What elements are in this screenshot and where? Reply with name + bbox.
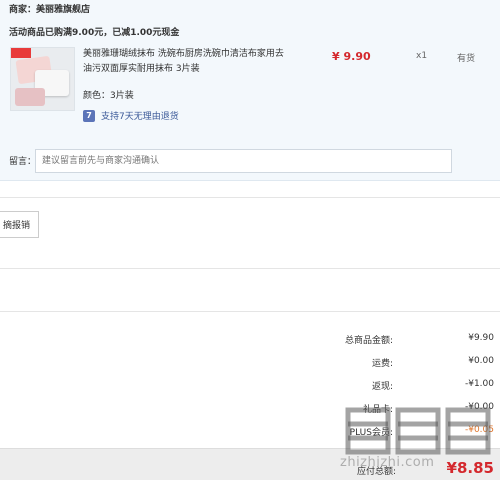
divider [0, 311, 500, 312]
message-label: 留言： [9, 157, 37, 167]
summary-value: -¥0.05 [464, 425, 494, 435]
stock-status: 有货 [457, 54, 476, 64]
return-guarantee-label: 支持7天无理由退货 [101, 112, 179, 122]
seven-day-return-icon: 7 [83, 109, 95, 122]
product-title[interactable]: 美丽雅珊瑚绒抹布 洗碗布厨房洗碗巾清洁布家用去油污双面厚实耐用抹布 3片装 [83, 47, 288, 77]
merchant-name[interactable]: 商家：美丽雅旗舰店 [9, 2, 90, 15]
product-image[interactable] [10, 47, 75, 111]
product-price: ¥ 9.90 [332, 50, 371, 63]
product-quantity: x1 [416, 51, 428, 61]
order-total-bar: 应付总额: ¥8.85 [0, 448, 500, 480]
promo-text: 活动商品已购满9.00元，已减1.00元现金 [9, 28, 180, 38]
summary-label: 礼品卡: [362, 405, 393, 415]
summary-value: -¥1.00 [464, 379, 494, 389]
summary-value: ¥9.90 [468, 333, 494, 343]
summary-label: PLUS会员: [349, 428, 393, 438]
summary-value: ¥0.00 [468, 356, 494, 366]
summary-label: 运费: [371, 359, 393, 369]
order-card: 商家：美丽雅旗舰店 活动商品已购满9.00元，已减1.00元现金 美丽雅珊瑚绒抹… [0, 0, 500, 181]
summary-value: -¥0.00 [464, 402, 494, 412]
product-color: 颜色：3片装 [83, 91, 134, 101]
divider [0, 197, 500, 198]
invoice-button[interactable]: 摘报销 [0, 211, 39, 238]
total-label: 应付总额: [356, 467, 396, 477]
return-guarantee[interactable]: 7 支持7天无理由退货 [83, 109, 179, 122]
summary-label: 总商品金额: [344, 336, 393, 346]
total-value: ¥8.85 [446, 459, 494, 477]
message-input[interactable] [35, 149, 452, 173]
brand-tag-icon [11, 48, 31, 58]
summary-label: 返现: [371, 382, 393, 392]
divider [0, 268, 500, 269]
